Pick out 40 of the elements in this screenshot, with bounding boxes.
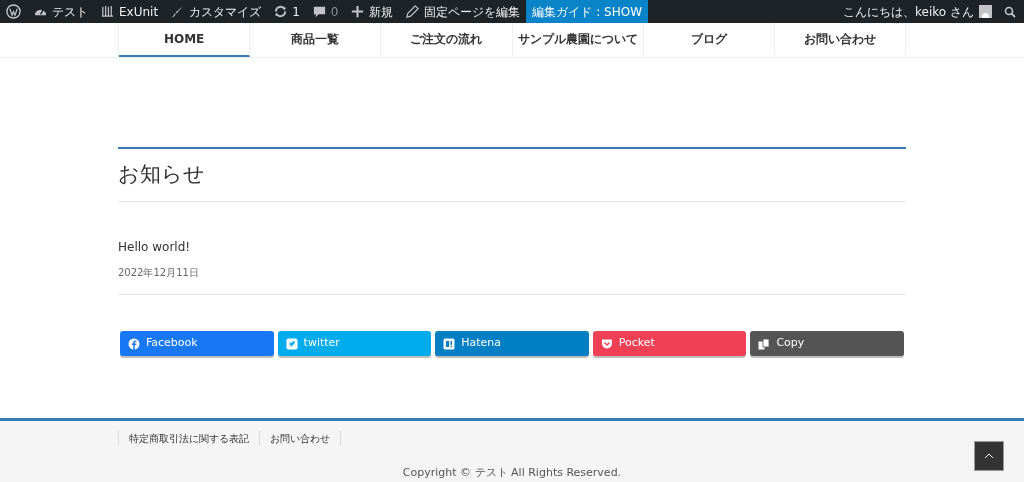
nav-tab[interactable]: 商品一覧 <box>250 23 382 57</box>
copyright-text: Copyright © テスト All Rights Reserved. <box>401 465 623 481</box>
admin-bar-item[interactable]: 0 <box>305 0 345 23</box>
footer-link[interactable]: お問い合わせ <box>260 431 341 446</box>
chevron-up-icon <box>984 453 994 459</box>
share-button[interactable]: Copy <box>750 331 904 356</box>
share-button[interactable]: Pocket <box>592 331 747 356</box>
footer-link[interactable]: 特定商取引法に関する表記 <box>118 431 260 446</box>
pocket-icon <box>600 337 613 350</box>
bird-icon <box>285 337 298 350</box>
nav-tab[interactable]: ご注文の流れ <box>381 23 513 57</box>
post-title-link[interactable]: Hello world! <box>118 238 906 256</box>
hatena-b-icon <box>443 337 456 350</box>
greeting-text[interactable]: こんにちは、keiko さん <box>843 2 974 21</box>
pencil-icon <box>405 4 421 19</box>
back-to-top-button[interactable] <box>974 441 1004 471</box>
nav-tab[interactable]: お問い合わせ <box>774 23 907 57</box>
speech-bubble-icon <box>311 4 327 19</box>
post-date: 2022年12月11日 <box>118 266 200 280</box>
facebook-icon <box>128 337 140 350</box>
refresh-icon <box>273 4 289 19</box>
copy-icon <box>758 337 771 350</box>
search-icon[interactable] <box>1004 5 1016 18</box>
edit-guide-button[interactable]: 編集ガイド : SHOW <box>526 0 649 23</box>
share-button[interactable]: Facebook <box>120 331 274 356</box>
admin-bar-item[interactable]: 1 <box>267 0 306 23</box>
brush-icon <box>170 4 186 19</box>
admin-bar-item[interactable]: カスタマイズ <box>164 0 268 23</box>
admin-bar-item[interactable]: 固定ページを編集 <box>399 0 527 23</box>
columns-icon <box>100 4 115 19</box>
nav-tab[interactable]: HOME <box>119 23 251 57</box>
admin-bar-item[interactable]: ExUnit <box>94 0 165 23</box>
wordpress-logo-icon <box>6 4 21 19</box>
section-title: お知らせ <box>118 161 205 189</box>
nav-tab[interactable]: ブログ <box>643 23 775 57</box>
admin-bar-item[interactable]: 新規 <box>344 0 400 23</box>
nav-tab[interactable]: サンプル農園について <box>512 23 644 57</box>
plus-icon <box>350 4 366 19</box>
admin-bar-item[interactable]: テスト <box>27 0 94 23</box>
share-button[interactable]: Hatena <box>435 331 589 356</box>
